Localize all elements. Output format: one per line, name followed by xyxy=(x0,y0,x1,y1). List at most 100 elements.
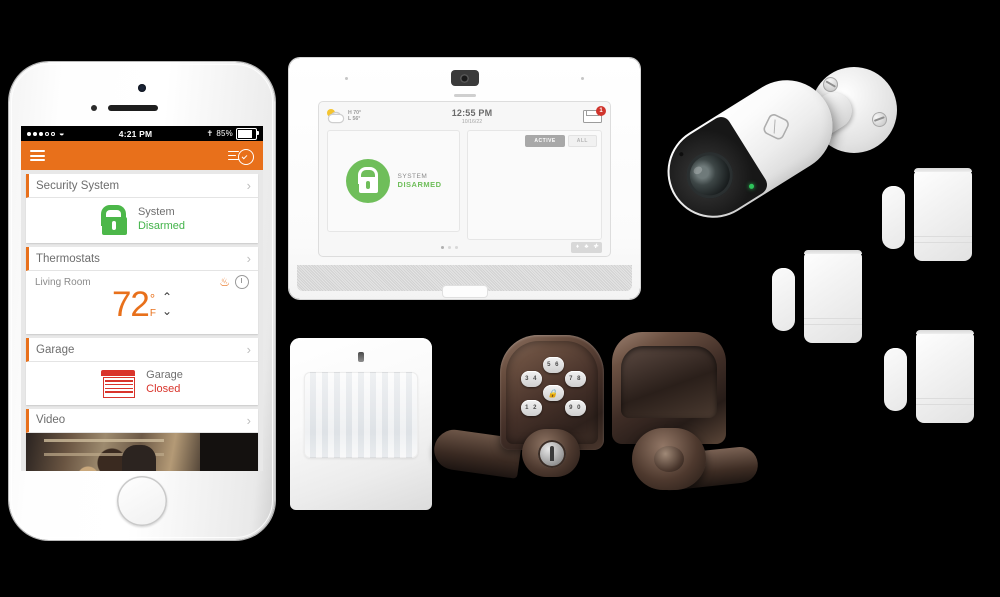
weather-widget[interactable]: H 70° L 56° xyxy=(327,109,361,123)
control-panel-device: H 70° L 56° 12:55 PM 10/16/22 1 SYSTEM D… xyxy=(289,58,640,299)
smartphone-device: ◒ 4:21 PM ✝ 85% Security System › System… xyxy=(9,62,275,540)
police-shield-icon[interactable]: ♦ xyxy=(574,244,581,251)
card-body-security[interactable]: System Disarmed xyxy=(26,198,258,243)
open-padlock-icon xyxy=(345,159,390,203)
chevron-right-icon[interactable]: › xyxy=(247,342,258,357)
hamburger-menu-icon[interactable] xyxy=(30,148,45,164)
flame-icon[interactable]: ♨ xyxy=(219,275,230,289)
contact-sensor-2 xyxy=(772,250,862,350)
keypad-key-90[interactable]: 9 0 xyxy=(565,400,586,416)
chevron-right-icon[interactable]: › xyxy=(247,413,258,428)
motion-sensor-device xyxy=(290,338,432,510)
panel-bottom-tab xyxy=(442,286,487,297)
emergency-buttons[interactable]: ♦ ♣ ✚ xyxy=(571,242,602,253)
temperature-unit: F xyxy=(149,308,156,320)
garage-door-icon xyxy=(101,369,136,398)
garage-status-label: Garage xyxy=(146,369,183,381)
signal-strength-icon xyxy=(27,131,55,136)
chevron-right-icon[interactable]: › xyxy=(247,251,258,266)
card-title-video: Video xyxy=(36,414,66,426)
medical-cross-icon[interactable]: ✚ xyxy=(592,244,599,251)
chevron-right-icon[interactable]: › xyxy=(247,178,258,193)
alarm-dot-com-logo-icon xyxy=(761,112,790,141)
envelope-icon[interactable]: 1 xyxy=(583,105,606,123)
bluetooth-icon: ✝ xyxy=(206,129,214,138)
open-padlock-icon xyxy=(99,205,127,235)
card-security-system[interactable]: Security System › System Disarmed xyxy=(26,174,258,243)
lock-knob xyxy=(632,428,706,490)
sensor-magnet xyxy=(884,348,907,411)
status-bar-time: 4:21 PM xyxy=(118,128,153,139)
touchscreen-deadbolt-lock xyxy=(612,332,760,500)
security-status-label: System xyxy=(137,206,175,219)
camera-microphone-icon xyxy=(678,151,685,157)
lock-keypad[interactable]: 5 6 3 4 7 8 🔒 1 2 9 0 xyxy=(518,357,588,425)
security-status-value: Disarmed xyxy=(137,220,186,232)
fresnel-lens xyxy=(304,372,418,458)
phone-screen[interactable]: ◒ 4:21 PM ✝ 85% Security System › System… xyxy=(21,126,263,471)
checklist-icon[interactable] xyxy=(228,148,254,165)
phone-home-button[interactable] xyxy=(117,476,167,526)
security-status-tile[interactable]: SYSTEM DISARMED xyxy=(327,130,461,232)
card-video[interactable]: Video › xyxy=(26,408,258,471)
lock-touchscreen-surface[interactable] xyxy=(621,346,717,418)
sensor-magnet xyxy=(772,268,795,331)
camera-lens-icon xyxy=(678,143,742,207)
panel-bottom-row: ♦ ♣ ✚ xyxy=(319,242,610,253)
video-thumbnail[interactable] xyxy=(26,432,258,471)
sensor-filter-tabs[interactable]: ACTIVE ALL xyxy=(472,135,597,147)
lock-thumbturn xyxy=(654,446,684,472)
tab-active[interactable]: ACTIVE xyxy=(525,135,565,147)
phone-status-bar: ◒ 4:21 PM ✝ 85% xyxy=(21,126,263,141)
keypad-key-56[interactable]: 5 6 xyxy=(543,357,564,373)
card-garage[interactable]: Garage › Garage Closed xyxy=(26,338,258,405)
panel-sensor-dot-right xyxy=(581,77,584,80)
sensor-transmitter xyxy=(916,330,974,423)
padlock-icon[interactable]: 🔒 xyxy=(543,385,564,401)
phone-earpiece-speaker xyxy=(108,105,158,111)
card-header-security[interactable]: Security System › xyxy=(26,174,258,198)
fire-icon[interactable]: ♣ xyxy=(583,244,590,251)
keypad-key-12[interactable]: 1 2 xyxy=(521,400,542,416)
degree-symbol: ° xyxy=(149,290,156,306)
clock-icon[interactable] xyxy=(235,275,249,289)
contact-sensor-1 xyxy=(882,168,972,268)
keypad-key-78[interactable]: 7 8 xyxy=(565,371,586,387)
garage-status-value: Closed xyxy=(146,382,181,395)
panel-status-row: H 70° L 56° 12:55 PM 10/16/22 1 xyxy=(319,102,610,130)
phone-front-camera-icon xyxy=(138,84,146,92)
tab-all[interactable]: ALL xyxy=(567,135,597,147)
thermostat-control[interactable]: Living Room ♨ 72 ° F ⌃ ⌄ xyxy=(26,271,258,334)
card-header-garage[interactable]: Garage › xyxy=(26,338,258,362)
panel-top-lip xyxy=(453,94,476,97)
card-header-thermostats[interactable]: Thermostats › xyxy=(26,247,258,271)
key-cylinder-icon xyxy=(538,440,566,468)
battery-icon xyxy=(236,127,259,140)
app-dashboard-list: Security System › System Disarmed Thermo… xyxy=(21,170,263,471)
keypad-deadbolt-lock: 5 6 3 4 7 8 🔒 1 2 9 0 xyxy=(431,335,604,480)
message-badge-count: 1 xyxy=(596,105,606,116)
temp-up-button[interactable]: ⌃ xyxy=(162,292,172,304)
card-body-garage[interactable]: Garage Closed xyxy=(26,362,258,405)
thermostat-temperature: 72 xyxy=(111,285,150,324)
card-thermostats[interactable]: Thermostats › Living Room ♨ 72 ° F ⌃ ⌄ xyxy=(26,247,258,334)
lock-knob xyxy=(522,429,580,477)
sensor-transmitter xyxy=(914,168,972,261)
panel-front-camera-icon xyxy=(450,70,479,86)
card-title-thermostats: Thermostats xyxy=(36,252,100,265)
card-title-security: Security System xyxy=(36,179,120,192)
panel-sensor-dot-left xyxy=(345,77,348,80)
panel-security-state: DISARMED xyxy=(397,180,442,189)
sun-behind-cloud-icon xyxy=(327,109,344,123)
contact-sensor-3 xyxy=(884,330,974,430)
app-header-bar xyxy=(21,141,263,170)
temp-down-button[interactable]: ⌄ xyxy=(162,305,172,317)
panel-security-label: SYSTEM xyxy=(397,173,428,180)
page-indicator[interactable] xyxy=(327,246,571,249)
keypad-key-34[interactable]: 3 4 xyxy=(521,371,542,387)
card-header-video[interactable]: Video › xyxy=(26,408,258,433)
panel-screen[interactable]: H 70° L 56° 12:55 PM 10/16/22 1 SYSTEM D… xyxy=(319,102,610,256)
camera-faceplate xyxy=(652,113,771,233)
sensor-list-tile[interactable]: ACTIVE ALL xyxy=(467,130,602,240)
phone-proximity-sensor-icon xyxy=(91,105,97,111)
